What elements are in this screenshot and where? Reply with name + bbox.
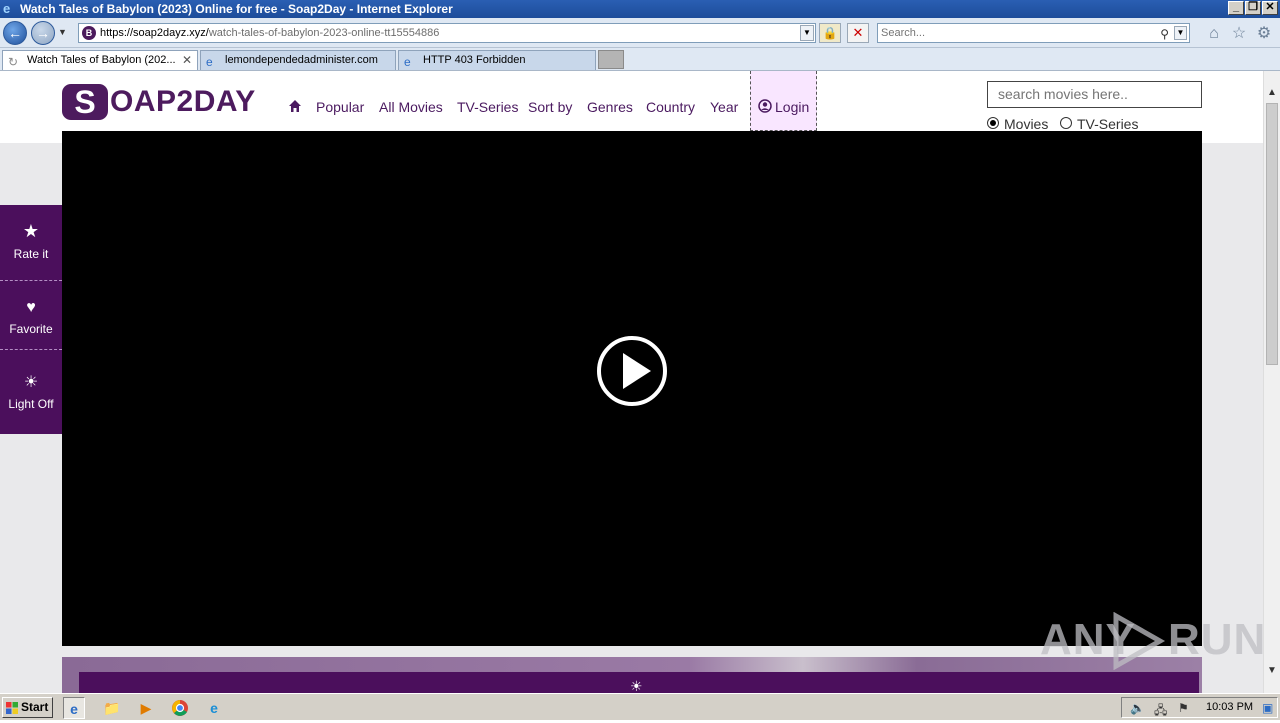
window-titlebar: e Watch Tales of Babylon (2023) Online f… <box>0 0 1280 18</box>
window-title: Watch Tales of Babylon (2023) Online for… <box>20 2 453 16</box>
new-tab-button[interactable] <box>598 50 624 69</box>
taskbar: Start e 📁 ▶ e 🔈 🖧 ⚑ 10:03 PM ▣ <box>0 693 1280 720</box>
url-path: watch-tales-of-babylon-2023-online-tt155… <box>208 27 440 39</box>
tab-lemondepended[interactable]: e lemondependedadminister.com <box>200 50 396 70</box>
ie-page-icon: e <box>206 55 213 69</box>
ie-logo-icon: e <box>3 1 11 16</box>
home-toolbar-icon[interactable]: ⌂ <box>1204 24 1224 44</box>
minimize-button[interactable]: _ <box>1228 1 1244 15</box>
favorites-star-icon[interactable]: ☆ <box>1229 24 1249 44</box>
star-icon: ★ <box>22 221 40 241</box>
scroll-up-arrow-icon[interactable]: ▲ <box>1264 85 1280 101</box>
login-label: Login <box>775 99 810 115</box>
rate-it-button[interactable]: ★ Rate it <box>0 205 62 281</box>
light-icon[interactable]: ☀ <box>630 678 643 693</box>
tab-close-icon[interactable]: ✕ <box>182 51 192 70</box>
taskbar-media-player-icon[interactable]: ▶ <box>135 697 157 719</box>
tab-label: HTTP 403 Forbidden <box>423 54 526 66</box>
user-circle-icon <box>758 99 772 113</box>
show-desktop-icon[interactable]: ▣ <box>1262 701 1273 715</box>
site-search-box[interactable] <box>987 81 1202 108</box>
action-center-flag-icon[interactable]: ⚑ <box>1178 701 1189 715</box>
recent-pages-dropdown-icon[interactable]: ▼ <box>58 27 67 37</box>
lock-icon[interactable]: 🔒 <box>819 23 841 43</box>
heart-icon: ♥ <box>26 299 36 316</box>
watermark-right: RUN <box>1168 615 1267 664</box>
radio-movies-label: Movies <box>1004 116 1049 132</box>
network-icon[interactable]: 🖧 <box>1154 701 1167 722</box>
browser-nav-row: ← → ▼ B https://soap2dayz.xyz/watch-tale… <box>0 18 1280 48</box>
video-player[interactable] <box>62 131 1202 646</box>
back-button[interactable]: ← <box>3 21 27 45</box>
favorite-label: Favorite <box>9 322 53 336</box>
windows-flag-icon <box>6 702 18 714</box>
home-icon[interactable] <box>288 99 302 113</box>
ie-page-icon: e <box>404 55 411 69</box>
watermark-play-icon <box>1113 612 1166 670</box>
browser-tab-row: ↻ Watch Tales of Babylon (202... ✕ e lem… <box>0 48 1280 71</box>
sun-icon: ☀ <box>23 374 39 391</box>
nav-genres[interactable]: Genres <box>587 98 633 116</box>
light-off-button[interactable]: ☀ Light Off <box>0 351 62 434</box>
tab-watch-tales[interactable]: ↻ Watch Tales of Babylon (202... ✕ <box>2 50 198 70</box>
nav-all-movies[interactable]: All Movies <box>379 98 443 116</box>
loading-spinner-icon: ↻ <box>8 55 19 69</box>
taskbar-chrome-icon[interactable] <box>169 697 191 719</box>
tab-http-403[interactable]: e HTTP 403 Forbidden <box>398 50 596 70</box>
settings-gear-icon[interactable]: ⚙ <box>1254 24 1274 44</box>
nav-year[interactable]: Year <box>710 98 738 116</box>
stop-button[interactable]: ✕ <box>847 23 869 43</box>
side-tools: ★ Rate it ♥ Favorite ☀ Light Off <box>0 205 62 434</box>
url-domain: https://soap2dayz.xyz/ <box>100 27 209 39</box>
nav-sort-by[interactable]: Sort by <box>528 98 572 116</box>
radio-movies[interactable] <box>987 117 999 129</box>
nav-popular[interactable]: Popular <box>316 98 364 116</box>
taskbar-explorer-folder-icon[interactable]: 📁 <box>101 697 123 719</box>
lower-section: ☀ <box>62 657 1202 693</box>
page-viewport: S OAP2DAY Popular All Movies TV-Series S… <box>0 71 1263 693</box>
logo-text: OAP2DAY <box>110 85 256 118</box>
favorite-button[interactable]: ♥ Favorite <box>0 282 62 350</box>
scroll-down-arrow-icon[interactable]: ▼ <box>1264 663 1280 679</box>
logo-s: S <box>62 84 108 120</box>
address-dropdown-button[interactable]: ▼ <box>800 25 814 41</box>
address-bar[interactable]: B https://soap2dayz.xyz/watch-tales-of-b… <box>78 23 816 43</box>
radio-tv-series[interactable] <box>1060 117 1072 129</box>
browser-search-input[interactable] <box>878 24 1148 42</box>
start-label: Start <box>21 700 49 714</box>
rate-it-label: Rate it <box>13 247 49 261</box>
close-window-button[interactable]: ✕ <box>1262 1 1278 15</box>
search-dropdown-button[interactable]: ▼ <box>1174 26 1187 40</box>
scroll-thumb[interactable] <box>1266 103 1278 365</box>
browser-search-box[interactable]: ⚲ ▼ <box>877 23 1190 43</box>
radio-tv-series-label: TV-Series <box>1077 116 1139 132</box>
taskbar-ie-icon[interactable]: e <box>63 697 85 719</box>
play-button[interactable] <box>597 336 667 406</box>
system-tray: 🔈 🖧 ⚑ 10:03 PM ▣ <box>1121 697 1278 718</box>
login-button[interactable]: Login <box>750 71 817 131</box>
clock: 10:03 PM <box>1206 701 1254 713</box>
tab-label: Watch Tales of Babylon (202... <box>27 54 176 66</box>
search-icon[interactable]: ⚲ <box>1160 25 1169 43</box>
forward-button[interactable]: → <box>31 21 55 45</box>
vertical-scrollbar[interactable]: ▲ ▼ <box>1263 71 1280 693</box>
play-icon <box>623 353 651 389</box>
nav-country[interactable]: Country <box>646 98 695 116</box>
light-off-label: Light Off <box>8 397 54 411</box>
volume-icon[interactable]: 🔈 <box>1130 701 1145 715</box>
anyrun-watermark: ANY RUN <box>1040 610 1265 670</box>
start-button[interactable]: Start <box>2 697 53 718</box>
taskbar-edge-icon[interactable]: e <box>203 697 225 719</box>
tab-label: lemondependedadminister.com <box>225 54 378 66</box>
lower-toolbar: ☀ <box>79 672 1199 693</box>
site-search-input[interactable] <box>988 82 1193 106</box>
site-favicon-icon: B <box>82 26 96 40</box>
restore-button[interactable]: ❐ <box>1245 1 1261 15</box>
nav-tv-series[interactable]: TV-Series <box>457 98 518 116</box>
